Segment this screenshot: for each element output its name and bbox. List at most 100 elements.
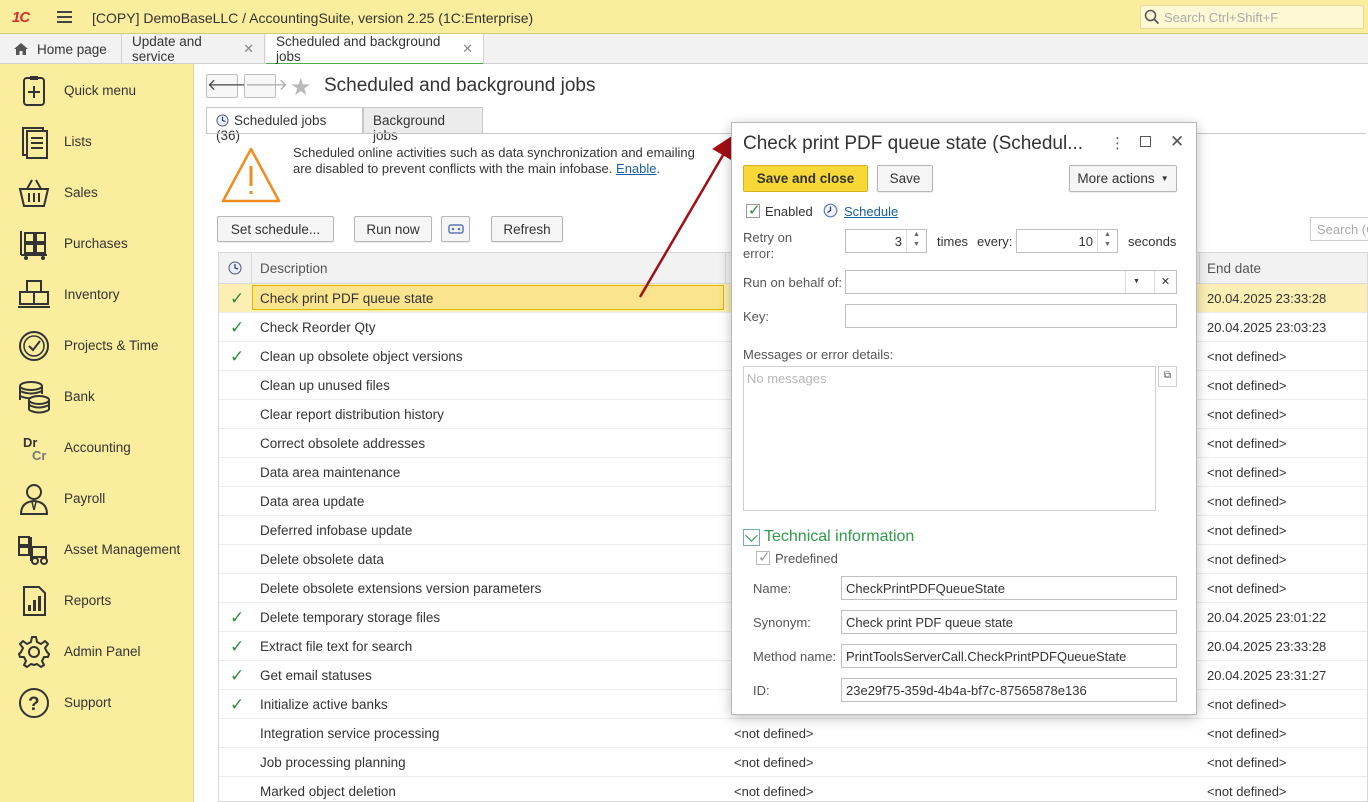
job-end-date: <not defined> [1207, 552, 1287, 567]
sidebar-item-reports[interactable]: Reports [0, 575, 194, 626]
clear-icon[interactable]: ✕ [1154, 271, 1176, 293]
checkmark-icon: ✓ [230, 695, 245, 714]
back-button[interactable]: 🡐 [206, 74, 250, 98]
chevron-down-icon[interactable] [743, 528, 760, 546]
tab-scheduled-jobs-list[interactable]: Scheduled jobs (36) [206, 107, 363, 143]
job-description: Job processing planning [260, 755, 406, 770]
job-description: Clean up obsolete object versions [260, 349, 463, 364]
more-vertical-icon[interactable]: ⋮ [1110, 134, 1125, 152]
job-end-date: 20.04.2025 23:33:28 [1207, 291, 1327, 306]
job-description: Marked object deletion [260, 784, 396, 799]
close-icon[interactable]: ✕ [1170, 132, 1184, 152]
retry-count-field[interactable]: 3 ▲ ▼ [845, 229, 927, 253]
dropdown-icon[interactable]: ▼ [1125, 271, 1147, 293]
checkmark-icon: ✓ [230, 347, 245, 366]
sidebar-item-inventory[interactable]: Inventory [0, 269, 194, 320]
id-field[interactable]: 23e29f75-359d-4b4a-bf7c-87565878e136 [841, 678, 1177, 702]
search-icon [1144, 9, 1160, 25]
sidebar-item-payroll[interactable]: Payroll [0, 473, 194, 524]
technical-info-group[interactable]: Technical information [743, 528, 914, 546]
table-row[interactable]: Job processing planning <not defined> <not… [219, 748, 1367, 777]
messages-placeholder: No messages [747, 371, 827, 386]
sidebar-item-bank[interactable]: Bank [0, 371, 194, 422]
dialog-title: Check print PDF queue state (Schedul... [743, 133, 1084, 154]
column-end-date[interactable]: End date [1207, 261, 1261, 276]
tab-background-jobs[interactable]: Background jobs [363, 107, 483, 143]
schedule-link[interactable]: Schedule [844, 204, 898, 219]
save-button[interactable]: Save [877, 165, 933, 192]
job-end-date: <not defined> [1207, 784, 1287, 799]
save-and-close-button[interactable]: Save and close [743, 165, 868, 192]
tab-scheduled-jobs[interactable]: Scheduled and background jobs ✕ [266, 34, 484, 65]
refresh-button[interactable]: Refresh [491, 216, 563, 242]
retry-interval-field[interactable]: 10 ▲ ▼ [1016, 229, 1118, 253]
table-row[interactable]: Marked object deletion <not defined> <not … [219, 777, 1367, 801]
open-editor-icon[interactable]: ⧉ [1158, 366, 1177, 387]
clock-icon [216, 114, 229, 127]
job-end-date: 20.04.2025 23:03:23 [1207, 320, 1327, 335]
times-label: times [937, 234, 969, 249]
sidebar-item-purchases[interactable]: Purchases [0, 218, 194, 269]
job-end-date: <not defined> [1207, 465, 1287, 480]
retry-stepper[interactable]: ▲ ▼ [906, 230, 926, 252]
sidebar-item-label: Asset Management [64, 542, 181, 557]
main-menu-icon[interactable] [57, 11, 72, 23]
method-name-field[interactable]: PrintToolsServerCall.CheckPrintPDFQueueS… [841, 644, 1177, 668]
title-bar: 1С [COPY] DemoBaseLLC / AccountingSuite,… [0, 0, 1368, 34]
close-icon[interactable]: ✕ [243, 41, 254, 57]
maximize-icon[interactable] [1140, 136, 1151, 147]
sidebar-item-projects-time[interactable]: Projects & Time [0, 320, 194, 371]
forklift-icon [18, 536, 48, 565]
global-search-input[interactable]: Search Ctrl+Shift+F [1140, 5, 1364, 29]
warning-message: Scheduled online activities such as data… [293, 145, 713, 177]
toolbar-extra-button[interactable] [441, 216, 470, 242]
run-on-behalf-field[interactable]: ▼ ✕ [845, 270, 1177, 294]
job-description: Check Reorder Qty [260, 320, 376, 335]
synonym-field[interactable]: Check print PDF queue state [841, 610, 1177, 634]
run-now-button[interactable]: Run now [354, 216, 432, 242]
job-schedule: <not defined> [734, 726, 814, 741]
enable-link[interactable]: Enable [616, 161, 656, 176]
column-description[interactable]: Description [260, 261, 328, 276]
sidebar-item-admin-panel[interactable]: Admin Panel [0, 626, 194, 677]
job-end-date: <not defined> [1207, 581, 1287, 596]
retry-label: Retry on error: [743, 230, 793, 261]
key-field[interactable] [845, 304, 1177, 328]
enabled-label: Enabled [765, 204, 813, 219]
interval-stepper[interactable]: ▲ ▼ [1097, 230, 1117, 252]
arrow-right-icon: 🡒 [245, 77, 288, 94]
more-actions-button[interactable]: More actions ▼ [1069, 165, 1177, 192]
set-schedule-button[interactable]: Set schedule... [217, 216, 334, 242]
predefined-checkbox: ✓ [756, 549, 771, 566]
messages-field[interactable]: No messages [743, 366, 1156, 511]
table-row[interactable]: Integration service processing <not defin… [219, 719, 1367, 748]
tab-update-and-service[interactable]: Update and service ✕ [122, 34, 265, 64]
sidebar-item-lists[interactable]: Lists [0, 116, 194, 167]
sidebar-item-accounting[interactable]: Dr Cr Accounting [0, 422, 194, 473]
enabled-checkbox[interactable]: ✓ [746, 202, 761, 219]
table-search-input[interactable]: Search (C [1310, 217, 1368, 241]
more-actions-label: More actions [1077, 171, 1155, 186]
forward-button[interactable]: 🡒 [244, 74, 288, 98]
schedule-clock-icon [823, 203, 838, 218]
sidebar-item-label: Projects & Time [64, 338, 159, 353]
checkmark-icon: ✓ [230, 666, 245, 685]
job-end-date: 20.04.2025 23:33:28 [1207, 639, 1327, 654]
sidebar-item-support[interactable]: ? Support [0, 677, 194, 728]
app-title: [COPY] DemoBaseLLC / AccountingSuite, ve… [92, 10, 534, 26]
sidebar-item-quick-menu[interactable]: Quick menu [0, 65, 194, 116]
sidebar-item-sales[interactable]: Sales [0, 167, 194, 218]
page-title: Scheduled and background jobs [324, 75, 596, 96]
job-end-date: <not defined> [1207, 726, 1287, 741]
star-icon[interactable]: ★ [290, 73, 312, 102]
close-icon[interactable]: ✕ [462, 41, 473, 57]
question-icon: ? [19, 688, 49, 718]
checkmark-icon: ✓ [748, 202, 761, 219]
coins-icon [19, 381, 50, 414]
sidebar-item-asset-management[interactable]: Asset Management [0, 524, 194, 575]
predefined-label: Predefined [775, 551, 838, 566]
sidebar-item-label: Accounting [64, 440, 131, 455]
tab-home-page[interactable]: Home page [0, 34, 122, 64]
job-description: Clear report distribution history [260, 407, 444, 422]
name-field[interactable]: CheckPrintPDFQueueState [841, 576, 1177, 600]
